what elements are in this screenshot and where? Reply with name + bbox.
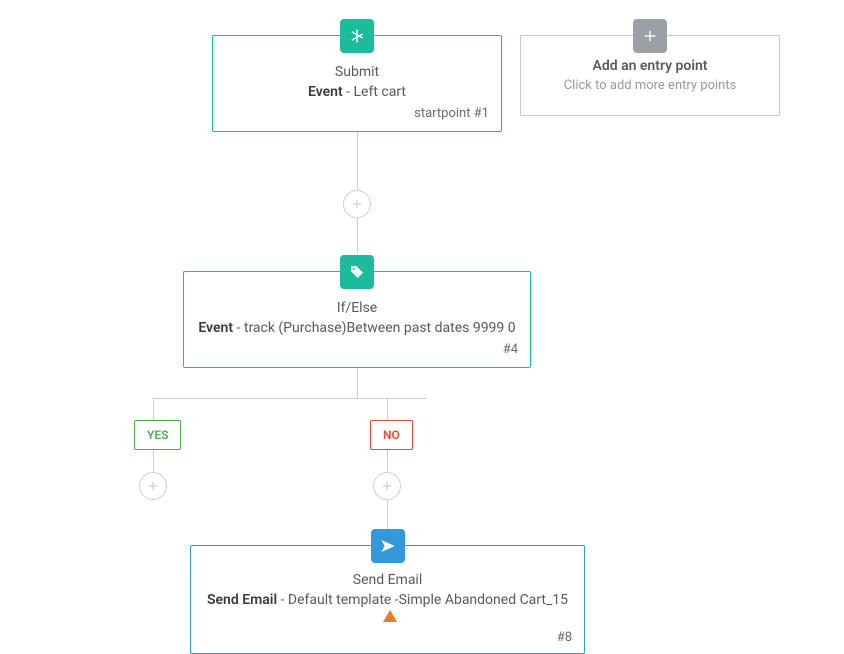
connector	[387, 398, 388, 420]
plus-icon	[633, 19, 667, 53]
tag-icon	[340, 255, 374, 289]
node-title: Submit	[225, 64, 489, 80]
node-id: #4	[196, 342, 518, 357]
node-subtitle: Event - Left cart	[225, 84, 489, 100]
connector	[153, 398, 154, 420]
node-title: Send Email	[203, 572, 572, 588]
branch-yes-label: YES	[134, 420, 181, 450]
connector	[153, 398, 427, 399]
add-step-yes-button[interactable]	[139, 472, 167, 500]
connector	[387, 450, 388, 472]
node-subtitle: Event - track (Purchase)Between past dat…	[196, 320, 518, 336]
node-id: #8	[203, 630, 572, 645]
node-title: If/Else	[196, 300, 518, 316]
node-id: startpoint #1	[225, 106, 489, 121]
asterisk-icon	[340, 19, 374, 53]
node-send-email[interactable]: Send Email Send Email - Default template…	[190, 545, 585, 654]
connector	[387, 500, 388, 530]
warning-icon	[383, 610, 397, 622]
node-subtitle: Send Email - Default template -Simple Ab…	[203, 592, 572, 624]
connector	[153, 450, 154, 472]
node-add-entry-point[interactable]: Add an entry point Click to add more ent…	[520, 35, 780, 116]
connector	[357, 218, 358, 254]
node-subtitle: Click to add more entry points	[537, 78, 763, 93]
paper-plane-icon	[371, 529, 405, 563]
node-ifelse[interactable]: If/Else Event - track (Purchase)Between …	[183, 271, 531, 368]
add-step-no-button[interactable]	[373, 472, 401, 500]
branch-no-label: NO	[370, 420, 413, 450]
node-title: Add an entry point	[537, 58, 763, 74]
node-startpoint[interactable]: Submit Event - Left cart startpoint #1	[212, 35, 502, 132]
add-step-button[interactable]	[343, 190, 371, 218]
